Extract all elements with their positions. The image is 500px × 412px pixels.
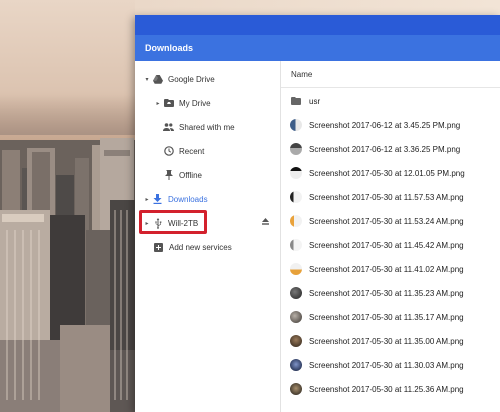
image-thumbnail-icon [290,335,302,347]
file-name: Screenshot 2017-05-30 at 11.35.23 AM.png [309,288,464,298]
sidebar-item-label: My Drive [179,98,211,108]
sidebar-item-google-drive[interactable]: ▾ Google Drive [142,69,215,89]
files-app-window: Downloads ▾ Google Drive ▸ My Drive Shar… [135,15,500,412]
file-name: Screenshot 2017-05-30 at 11.53.24 AM.png [309,216,464,226]
file-row-usr[interactable]: usr [281,89,500,113]
file-row[interactable]: Screenshot 2017-05-30 at 11.30.03 AM.png [281,353,500,377]
plus-box-icon [153,242,164,253]
image-thumbnail-icon [290,359,302,371]
city-skyline [0,138,140,412]
folder-icon [290,95,302,107]
sidebar: ▾ Google Drive ▸ My Drive Shared with me [135,61,281,412]
file-name: Screenshot 2017-05-30 at 11.57.53 AM.png [309,192,464,202]
file-row[interactable]: Screenshot 2017-05-30 at 12.01.05 PM.png [281,161,500,185]
sidebar-item-label: Add new services [169,242,232,252]
file-row[interactable]: Screenshot 2017-05-30 at 11.45.42 AM.png [281,233,500,257]
sky-strip [135,0,500,15]
file-row[interactable]: Screenshot 2017-05-30 at 11.25.36 AM.png [281,377,500,401]
file-name: Screenshot 2017-05-30 at 11.30.03 AM.png [309,360,464,370]
image-thumbnail-icon [290,311,302,323]
file-name: Screenshot 2017-05-30 at 11.41.02 AM.png [309,264,464,274]
column-header-label: Name [291,69,313,79]
window-titlebar[interactable] [135,15,500,35]
file-name: Screenshot 2017-05-30 at 12.01.05 PM.png [309,168,465,178]
chevron-down-icon[interactable]: ▾ [142,76,152,83]
image-thumbnail-icon [290,119,302,131]
image-thumbnail-icon [290,263,302,275]
sidebar-item-label: Downloads [168,194,208,204]
sidebar-item-recent[interactable]: Recent [163,141,204,161]
sidebar-item-label: Shared with me [179,122,235,132]
image-thumbnail-icon [290,215,302,227]
sidebar-item-label: Google Drive [168,74,215,84]
image-thumbnail-icon [290,383,302,395]
image-thumbnail-icon [290,143,302,155]
sidebar-item-shared-with-me[interactable]: Shared with me [163,117,235,137]
file-name: Screenshot 2017-06-12 at 3.45.25 PM.png [309,120,461,130]
folder-drive-icon [163,98,174,109]
file-name: Screenshot 2017-06-12 at 3.36.25 PM.png [309,144,461,154]
clock-icon [163,146,174,157]
chevron-right-icon[interactable]: ▸ [153,100,163,107]
file-row[interactable]: Screenshot 2017-05-30 at 11.35.23 AM.png [281,281,500,305]
image-thumbnail-icon [290,287,302,299]
file-name: Screenshot 2017-05-30 at 11.35.17 AM.png [309,312,464,322]
header-bar: Downloads [135,35,500,61]
file-row[interactable]: Screenshot 2017-06-12 at 3.45.25 PM.png [281,113,500,137]
file-list: Name usr Screenshot 2017-06-12 at 3.45.2… [281,61,500,412]
sidebar-item-my-drive[interactable]: ▸ My Drive [153,93,211,113]
sidebar-item-offline[interactable]: Offline [163,165,202,185]
file-row[interactable]: Screenshot 2017-05-30 at 11.57.53 AM.png [281,185,500,209]
download-icon [152,194,163,205]
sidebar-item-add-new-services[interactable]: Add new services [153,237,232,257]
file-row[interactable]: Screenshot 2017-05-30 at 11.53.24 AM.png [281,209,500,233]
file-name: Screenshot 2017-05-30 at 11.45.42 AM.png [309,240,464,250]
image-thumbnail-icon [290,239,302,251]
chevron-right-icon[interactable]: ▸ [142,196,152,203]
google-drive-icon [152,74,163,85]
red-highlight-box [139,210,207,234]
image-thumbnail-icon [290,191,302,203]
sidebar-item-label: Offline [179,170,202,180]
pin-icon [163,170,174,181]
current-folder-title: Downloads [145,43,194,53]
file-row[interactable]: Screenshot 2017-06-12 at 3.36.25 PM.png [281,137,500,161]
file-row[interactable]: Screenshot 2017-05-30 at 11.35.17 AM.png [281,305,500,329]
file-name: Screenshot 2017-05-30 at 11.25.36 AM.png [309,384,464,394]
file-row[interactable]: Screenshot 2017-05-30 at 11.41.02 AM.png [281,257,500,281]
sidebar-item-label: Recent [179,146,205,156]
file-name: Screenshot 2017-05-30 at 11.35.00 AM.png [309,336,464,346]
file-name: usr [309,96,321,106]
people-icon [163,122,174,133]
column-header-name[interactable]: Name [281,61,500,88]
eject-icon[interactable] [261,217,270,226]
image-thumbnail-icon [290,167,302,179]
sidebar-item-downloads[interactable]: ▸ Downloads [142,189,208,209]
file-row[interactable]: Screenshot 2017-05-30 at 11.35.00 AM.png [281,329,500,353]
